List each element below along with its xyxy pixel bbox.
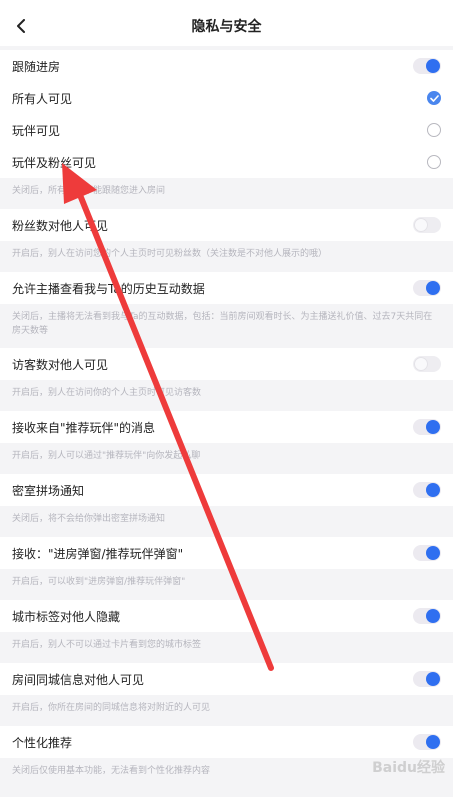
setting-desc: 开启后，别人不可以通过卡片看到您的城市标签 <box>0 632 453 663</box>
setting-desc: 开启后，别人在访问你的个人主页时可见访客数 <box>0 380 453 411</box>
setting-row[interactable]: 密室拼场通知 <box>0 474 453 506</box>
radio-checked-icon[interactable] <box>427 91 441 105</box>
toggle-knob <box>426 672 440 686</box>
option-label: 所有人可见 <box>12 91 73 106</box>
setting-row[interactable]: 粉丝数对他人可见 <box>0 209 453 241</box>
setting-desc: 关闭后，将不会给你弹出密室拼场通知 <box>0 506 453 537</box>
toggle-switch[interactable] <box>413 419 441 435</box>
toggle-knob <box>414 218 428 232</box>
setting-row[interactable]: 个性化推荐 <box>0 726 453 758</box>
setting-label: 城市标签对他人隐藏 <box>12 609 121 624</box>
option-row-companions[interactable]: 玩伴可见 <box>0 114 453 146</box>
setting-label: 房间同城信息对他人可见 <box>12 672 145 687</box>
toggle-switch[interactable] <box>413 734 441 750</box>
toggle-switch[interactable] <box>413 545 441 561</box>
setting-label: 允许主播查看我与Ta的历史互动数据 <box>12 281 205 296</box>
setting-row[interactable]: 房间同城信息对他人可见 <box>0 663 453 695</box>
setting-label: 密室拼场通知 <box>12 483 85 498</box>
setting-desc: 开启后，别人可以通过"推荐玩伴"向你发起私聊 <box>0 443 453 474</box>
toggle-knob <box>426 420 440 434</box>
setting-row[interactable]: 接收："进房弹窗/推荐玩伴弹窗" <box>0 537 453 569</box>
setting-row[interactable]: 城市标签对他人隐藏 <box>0 600 453 632</box>
nav-header: 隐私与安全 <box>0 6 453 46</box>
option-row-companions-fans[interactable]: 玩伴及粉丝可见 <box>0 146 453 178</box>
setting-row[interactable]: 允许主播查看我与Ta的历史互动数据 <box>0 272 453 304</box>
page-title: 隐私与安全 <box>191 19 262 35</box>
setting-label: 个性化推荐 <box>12 735 73 750</box>
setting-desc: 开启后，别人在访问您的个人主页时可见粉丝数（关注数是不对他人展示的哦） <box>0 241 453 272</box>
setting-desc: 开启后，可以收到"进房弹窗/推荐玩伴弹窗" <box>0 569 453 600</box>
toggle-switch[interactable] <box>413 356 441 372</box>
setting-label: 跟随进房 <box>12 59 61 74</box>
setting-label: 粉丝数对他人可见 <box>12 218 109 233</box>
chevron-left-icon <box>17 19 25 33</box>
toggle-knob <box>426 59 440 73</box>
toggle-switch[interactable] <box>413 58 441 74</box>
toggle-switch[interactable] <box>413 482 441 498</box>
option-label: 玩伴及粉丝可见 <box>12 155 97 170</box>
setting-row[interactable]: 接收来自"推荐玩伴"的消息 <box>0 411 453 443</box>
follow-section: 跟随进房 所有人可见 玩伴可见 玩伴及粉丝可见 <box>0 50 453 178</box>
setting-label: 接收："进房弹窗/推荐玩伴弹窗" <box>12 546 184 561</box>
toggle-switch[interactable] <box>413 608 441 624</box>
toggle-knob <box>426 609 440 623</box>
toggle-switch[interactable] <box>413 671 441 687</box>
back-button[interactable] <box>10 15 32 37</box>
toggle-knob <box>426 281 440 295</box>
toggle-knob <box>426 546 440 560</box>
setting-desc: 开启后，你所在房间的同城信息将对附近的人可见 <box>0 695 453 726</box>
toggle-knob <box>426 735 440 749</box>
setting-desc: 关闭后，所有人都不能跟随您进入房间 <box>0 178 453 209</box>
setting-row[interactable]: 访客数对他人可见 <box>0 348 453 380</box>
setting-desc: 关闭后，主播将无法看到我与Ta的互动数据，包括：当前房间观看时长、为主播送礼价值… <box>0 304 453 348</box>
radio-icon[interactable] <box>427 123 441 137</box>
toggle-knob <box>426 483 440 497</box>
setting-row-follow[interactable]: 跟随进房 <box>0 50 453 82</box>
toggle-knob <box>414 357 428 371</box>
watermark: Baidu经验 <box>372 760 445 776</box>
option-label: 玩伴可见 <box>12 123 61 138</box>
setting-label: 访客数对他人可见 <box>12 357 109 372</box>
settings-list: 粉丝数对他人可见开启后，别人在访问您的个人主页时可见粉丝数（关注数是不对他人展示… <box>0 209 453 789</box>
option-row-all[interactable]: 所有人可见 <box>0 82 453 114</box>
setting-label: 接收来自"推荐玩伴"的消息 <box>12 420 156 435</box>
radio-icon[interactable] <box>427 155 441 169</box>
toggle-switch[interactable] <box>413 280 441 296</box>
toggle-switch[interactable] <box>413 217 441 233</box>
